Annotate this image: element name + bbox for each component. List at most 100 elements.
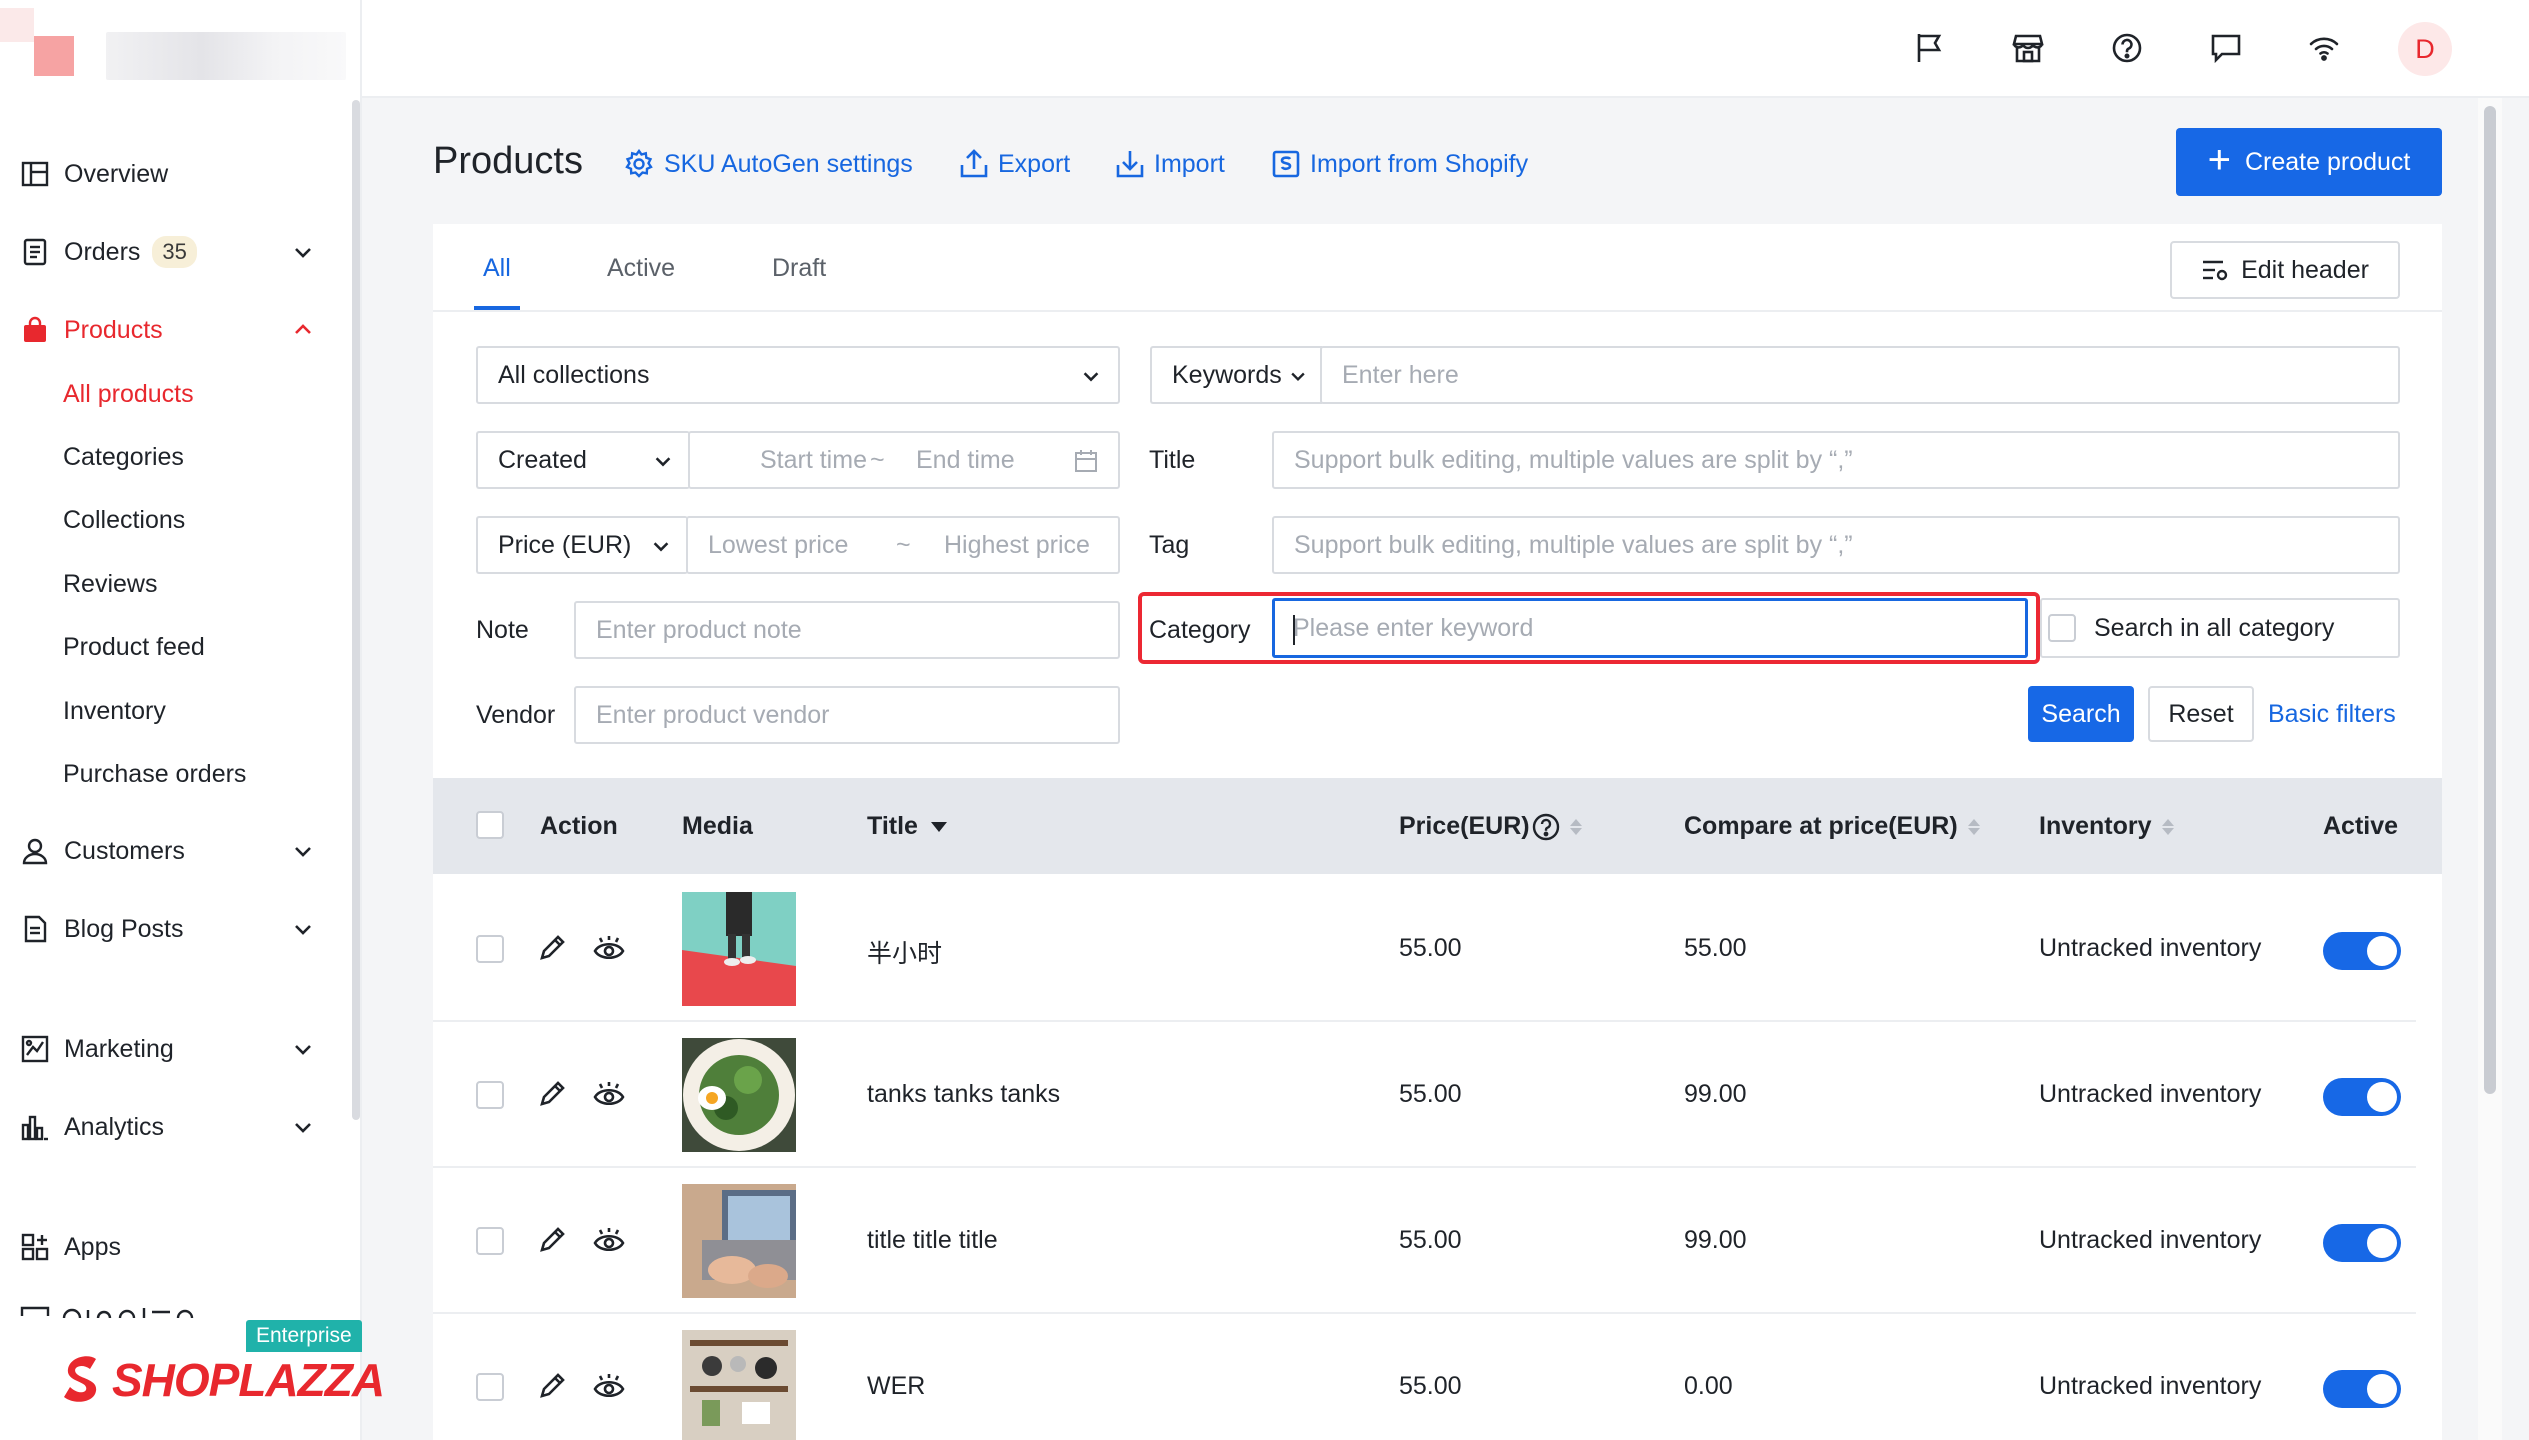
search-all-category-checkbox[interactable] — [2048, 614, 2076, 642]
create-product-button[interactable]: + Create product — [2176, 128, 2442, 196]
column-header-media: Media — [682, 812, 753, 840]
sidebar-sub-purchase-orders[interactable]: Purchase orders — [63, 760, 246, 789]
pencil-icon[interactable] — [536, 1224, 568, 1256]
table-scrollbar[interactable] — [2420, 876, 2430, 1440]
row-checkbox[interactable] — [476, 1373, 504, 1401]
tag-filter-input[interactable]: Support bulk editing, multiple values ar… — [1272, 516, 2400, 574]
collections-select[interactable]: All collections — [476, 346, 1120, 404]
date-type-select[interactable]: Created — [476, 431, 690, 489]
product-title[interactable]: WER — [867, 1372, 925, 1401]
sidebar-scrollbar[interactable] — [352, 100, 360, 1120]
tab-active[interactable]: Active — [607, 254, 675, 283]
plus-icon: + — [2207, 137, 2231, 182]
table-row: WER 55.00 0.00 Untracked inventory — [433, 1314, 2416, 1440]
reset-button[interactable]: Reset — [2148, 686, 2254, 742]
keywords-type-select[interactable]: Keywords — [1150, 346, 1322, 404]
column-header-title[interactable]: Title — [867, 812, 948, 841]
sidebar-sub-collections[interactable]: Collections — [63, 506, 185, 535]
pencil-icon[interactable] — [536, 1370, 568, 1402]
price-type-select[interactable]: Price (EUR) — [476, 516, 688, 574]
product-thumbnail[interactable] — [682, 1330, 796, 1440]
active-toggle[interactable] — [2323, 932, 2401, 970]
sidebar-sub-categories[interactable]: Categories — [63, 443, 184, 472]
flag-icon[interactable] — [1908, 26, 1952, 70]
table-row: title title title 55.00 99.00 Untracked … — [433, 1168, 2416, 1314]
sidebar-item-blog-posts[interactable]: Blog Posts — [0, 901, 345, 957]
store-icon[interactable] — [2006, 26, 2050, 70]
chevron-down-icon[interactable] — [291, 240, 315, 264]
tabs-divider — [433, 310, 2442, 312]
row-checkbox[interactable] — [476, 1227, 504, 1255]
page-scrollbar-thumb[interactable] — [2484, 106, 2496, 1094]
basic-filters-link[interactable]: Basic filters — [2268, 700, 2396, 729]
sidebar-sub-all-products[interactable]: All products — [63, 380, 194, 409]
sidebar-sub-reviews[interactable]: Reviews — [63, 570, 157, 599]
product-thumbnail[interactable] — [682, 1184, 796, 1298]
tab-all[interactable]: All — [483, 254, 511, 283]
import-from-shopify-link[interactable]: Import from Shopify — [1272, 146, 1528, 182]
column-header-inventory[interactable]: Inventory — [2039, 812, 2174, 841]
sidebar-item-overview[interactable]: Overview — [0, 146, 345, 202]
product-title[interactable]: 半小时 — [867, 934, 942, 970]
bar-chart-icon — [20, 1112, 50, 1142]
select-all-checkbox[interactable] — [476, 811, 504, 839]
note-filter-input[interactable]: Enter product note — [574, 601, 1120, 659]
lowest-price-input[interactable]: Lowest price — [688, 531, 848, 560]
chevron-down-icon[interactable] — [291, 1115, 315, 1139]
chevron-down-icon[interactable] — [291, 839, 315, 863]
edit-header-button[interactable]: Edit header — [2170, 241, 2400, 299]
preview-eye-icon[interactable] — [592, 1078, 626, 1112]
vendor-filter-input[interactable]: Enter product vendor — [574, 686, 1120, 744]
sidebar-item-customers[interactable]: Customers — [0, 823, 345, 879]
keywords-input[interactable]: Enter here — [1320, 346, 2400, 404]
import-link[interactable]: Import — [1116, 146, 1225, 182]
preview-eye-icon[interactable] — [592, 1224, 626, 1258]
sku-autogen-settings-link[interactable]: SKU AutoGen settings — [624, 146, 913, 182]
product-thumbnail[interactable] — [682, 1038, 796, 1152]
chevron-down-icon — [653, 542, 669, 552]
blurred-logo — [0, 8, 350, 88]
row-checkbox[interactable] — [476, 935, 504, 963]
sidebar-item-analytics[interactable]: Analytics — [0, 1099, 345, 1155]
preview-eye-icon[interactable] — [592, 932, 626, 966]
sidebar-sub-product-feed[interactable]: Product feed — [63, 633, 205, 662]
product-title[interactable]: title title title — [867, 1226, 998, 1255]
tab-draft[interactable]: Draft — [772, 254, 826, 283]
date-range-picker[interactable]: Start time ~ End time — [688, 431, 1120, 489]
price-range-input[interactable]: Lowest price ~ Highest price — [686, 516, 1120, 574]
search-button[interactable]: Search — [2028, 686, 2134, 742]
sidebar-sub-inventory[interactable]: Inventory — [63, 697, 166, 726]
sidebar-item-orders[interactable]: Orders 35 — [0, 224, 345, 280]
end-time-input[interactable]: End time — [916, 446, 1015, 475]
search-all-category-option[interactable]: Search in all category — [2040, 598, 2400, 658]
chat-icon[interactable] — [2204, 26, 2248, 70]
row-checkbox[interactable] — [476, 1081, 504, 1109]
start-time-input[interactable]: Start time — [740, 446, 867, 475]
help-icon[interactable] — [1532, 813, 1560, 841]
chevron-down-icon[interactable] — [291, 1037, 315, 1061]
product-title[interactable]: tanks tanks tanks — [867, 1080, 1060, 1109]
sidebar-item-marketing[interactable]: Marketing — [0, 1021, 345, 1077]
column-header-compare-price[interactable]: Compare at price(EUR) — [1684, 812, 1980, 841]
avatar[interactable]: D — [2398, 22, 2452, 76]
active-toggle[interactable] — [2323, 1078, 2401, 1116]
export-link[interactable]: Export — [960, 146, 1070, 182]
highest-price-input[interactable]: Highest price — [944, 531, 1090, 560]
wifi-icon[interactable] — [2302, 26, 2346, 70]
active-toggle[interactable] — [2323, 1224, 2401, 1262]
column-header-price[interactable]: Price(EUR) — [1399, 812, 1582, 841]
product-thumbnail[interactable] — [682, 892, 796, 1006]
sidebar-item-products[interactable]: Products — [0, 302, 345, 358]
product-price: 55.00 — [1399, 934, 1462, 962]
pencil-icon[interactable] — [536, 1078, 568, 1110]
pencil-icon[interactable] — [536, 932, 568, 964]
help-icon[interactable] — [2105, 26, 2149, 70]
title-filter-input[interactable]: Support bulk editing, multiple values ar… — [1272, 431, 2400, 489]
chevron-up-icon[interactable] — [291, 318, 315, 342]
partially-hidden-sidebar-item — [20, 1302, 220, 1320]
product-compare-price: 55.00 — [1684, 934, 1747, 962]
active-toggle[interactable] — [2323, 1370, 2401, 1408]
preview-eye-icon[interactable] — [592, 1370, 626, 1404]
chevron-down-icon[interactable] — [291, 917, 315, 941]
sidebar-item-apps[interactable]: Apps — [0, 1219, 345, 1275]
